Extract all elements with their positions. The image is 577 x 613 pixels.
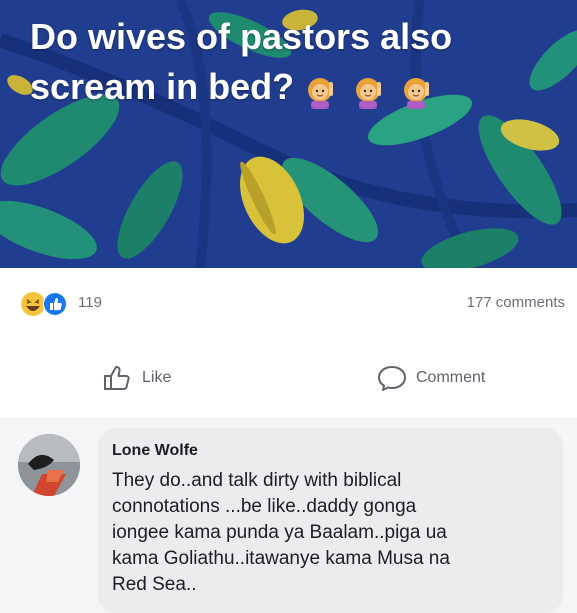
woman-raising-hand-emoji xyxy=(404,77,430,109)
avatar[interactable] xyxy=(18,434,80,496)
post-caption: Do wives of pastors also scream in bed? xyxy=(30,12,550,114)
comment-text-line: iongee kama punda ya Baalam..piga ua xyxy=(112,522,447,543)
like-reaction-icon xyxy=(43,292,67,316)
caption-line-2: scream in bed? xyxy=(30,62,550,114)
comment-author[interactable]: Lone Wolfe xyxy=(112,442,198,460)
comment-button[interactable]: Comment xyxy=(376,362,485,394)
action-bar: Like Comment xyxy=(0,340,577,418)
caption-line-1: Do wives of pastors also xyxy=(30,16,453,57)
haha-reaction-icon xyxy=(21,292,45,316)
woman-raising-hand-emoji xyxy=(356,77,382,109)
post-image[interactable]: Do wives of pastors also scream in bed? xyxy=(0,0,577,268)
comment-text-line: Red Sea.. xyxy=(112,574,197,595)
comment-bubble-icon xyxy=(378,366,406,391)
comment-text: They do..and talk dirty with biblical co… xyxy=(112,468,552,598)
reaction-icons[interactable] xyxy=(20,290,70,318)
emoji-row xyxy=(302,64,436,114)
thumbs-up-icon xyxy=(104,366,130,390)
comments-count[interactable]: 177 comments xyxy=(467,294,565,311)
comment-text-line: connotations ...be like..daddy gonga xyxy=(112,496,417,517)
like-button[interactable]: Like xyxy=(102,362,171,394)
comment-area: Lone Wolfe They do..and talk dirty with … xyxy=(0,418,577,613)
woman-raising-hand-emoji xyxy=(308,77,334,109)
reactions-bar: 119 177 comments xyxy=(0,268,577,340)
reaction-count[interactable]: 119 xyxy=(78,294,102,311)
comment-text-line: kama Goliathu..itawanye kama Musa na xyxy=(112,548,450,569)
like-label: Like xyxy=(142,369,172,386)
caption-line-2-text: scream in bed? xyxy=(30,66,295,107)
comment-bubble: Lone Wolfe They do..and talk dirty with … xyxy=(98,428,563,613)
comment-label: Comment xyxy=(416,369,486,386)
comment-text-line: They do..and talk dirty with biblical xyxy=(112,470,402,491)
